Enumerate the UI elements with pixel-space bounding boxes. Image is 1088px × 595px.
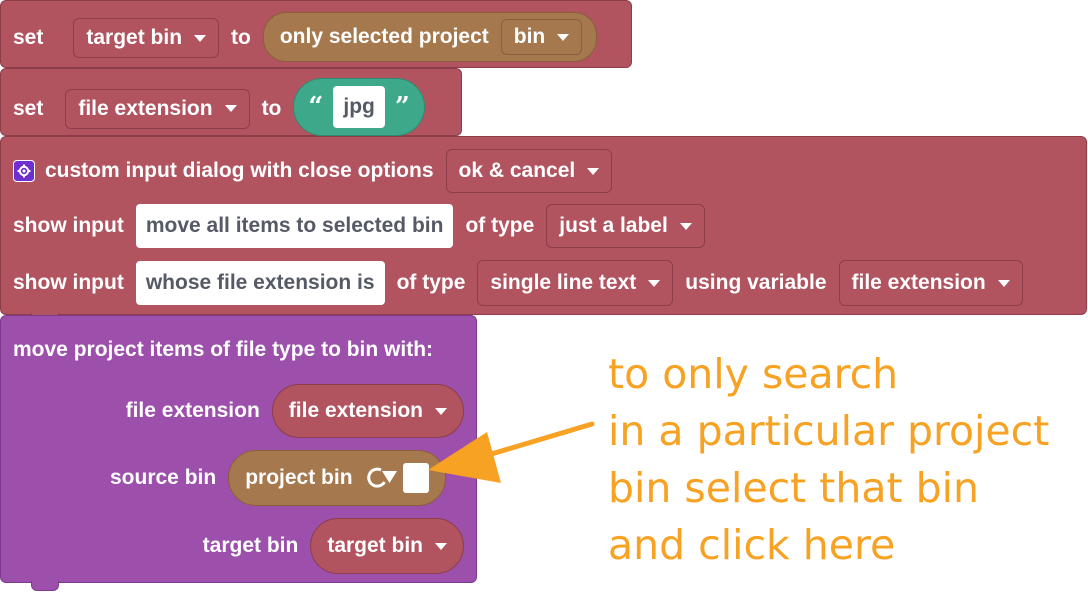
annotation-line: to only search [608,350,899,398]
annotation-text: to only search in a particular project b… [608,346,1049,574]
annotation-line: and click here [608,521,896,569]
annotation-line: bin select that bin [608,464,979,512]
annotation-line: in a particular project [608,407,1050,455]
